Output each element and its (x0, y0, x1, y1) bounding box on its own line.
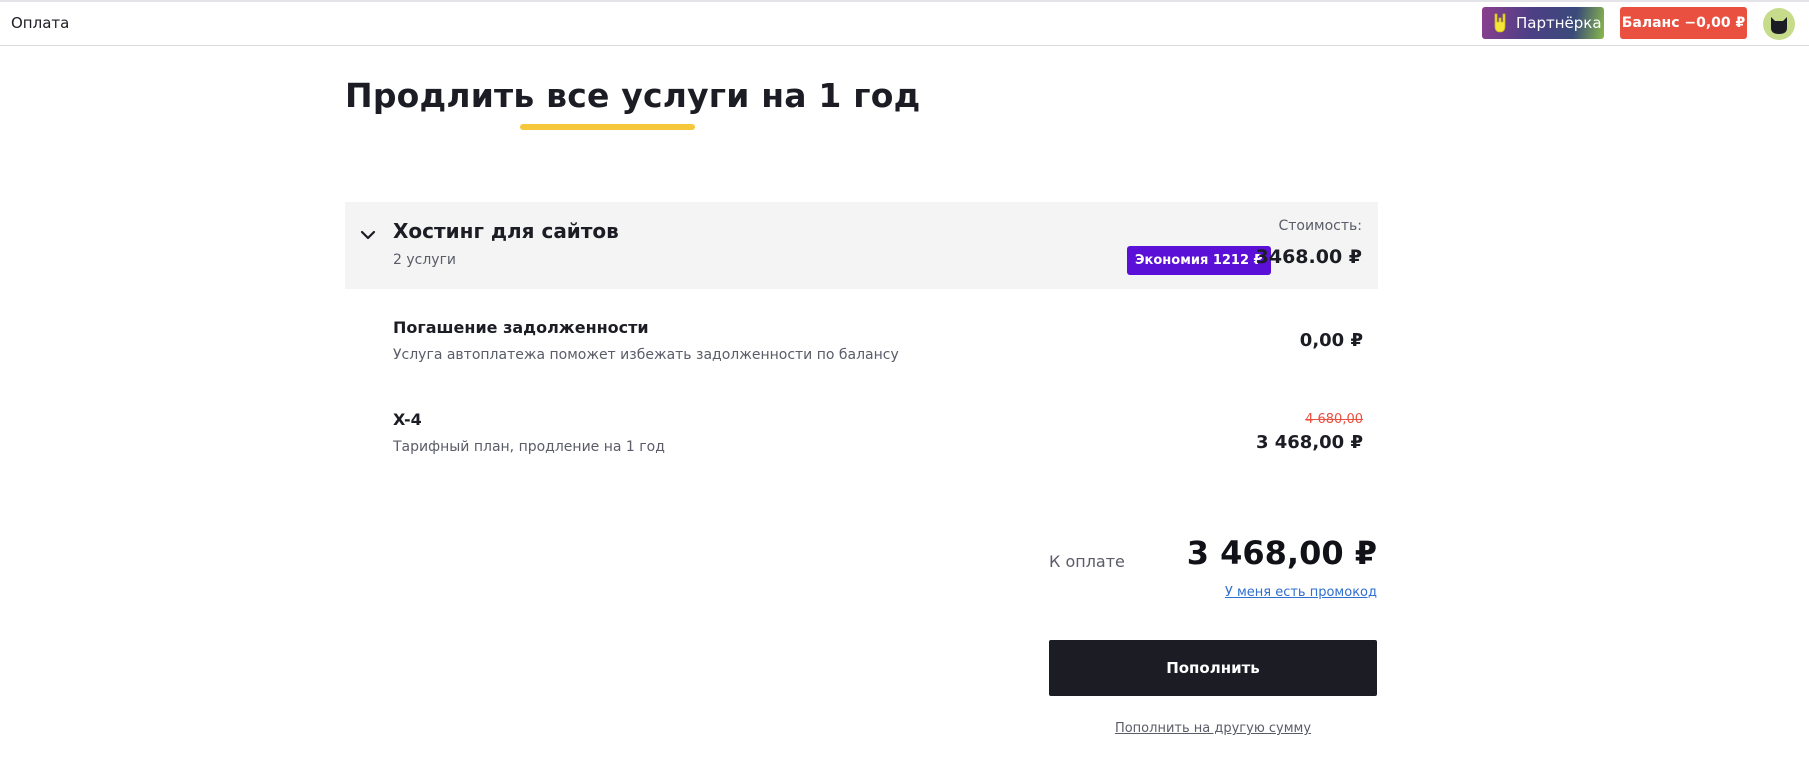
cost-label: Стоимость: (1278, 218, 1362, 234)
item-description: Тарифный план, продление на 1 год (393, 439, 665, 455)
item-name: X-4 (393, 410, 422, 429)
app-title: Оплата (11, 14, 70, 32)
item-name: Погашение задолженности (393, 318, 649, 337)
topup-button[interactable]: Пополнить (1049, 640, 1377, 696)
group-title: Хостинг для сайтов (393, 219, 619, 243)
title-underline (520, 124, 695, 130)
topup-other-amount-link[interactable]: Пополнить на другую сумму (1049, 721, 1377, 736)
item-description: Услуга автоплатежа поможет избежать задо… (393, 347, 899, 363)
balance-button[interactable]: Баланс −0,00 ₽ (1620, 7, 1747, 39)
group-subtitle: 2 услуги (393, 252, 457, 268)
rock-hand-icon (1488, 7, 1512, 39)
item-old-price: 4 680,00 (1305, 412, 1363, 427)
payment-label: К оплате (1049, 552, 1125, 571)
partner-button[interactable]: Партнёрка (1482, 7, 1604, 39)
partner-label: Партнёрка (1516, 14, 1602, 32)
page-title: Продлить все услуги на 1 год (345, 76, 921, 115)
list-item: X-4 Тарифный план, продление на 1 год 4 … (393, 410, 1363, 460)
payment-total: 3 468,00 ₽ (1186, 534, 1377, 572)
service-group-header[interactable]: Хостинг для сайтов 2 услуги Стоимость: Э… (345, 202, 1378, 289)
item-price: 3 468,00 ₽ (1255, 432, 1363, 453)
group-price: 3468.00 ₽ (1255, 246, 1362, 268)
list-item: Погашение задолженности Услуга автоплате… (393, 318, 1363, 368)
savings-badge: Экономия 1212 ₽ (1127, 246, 1271, 275)
item-price: 0,00 ₽ (1299, 330, 1363, 351)
cat-avatar-icon[interactable] (1763, 8, 1795, 40)
promo-code-link[interactable]: У меня есть промокод (1225, 585, 1377, 600)
top-bar: Оплата Партнёрка Баланс −0,00 ₽ (0, 0, 1809, 46)
chevron-down-icon[interactable] (359, 226, 377, 244)
